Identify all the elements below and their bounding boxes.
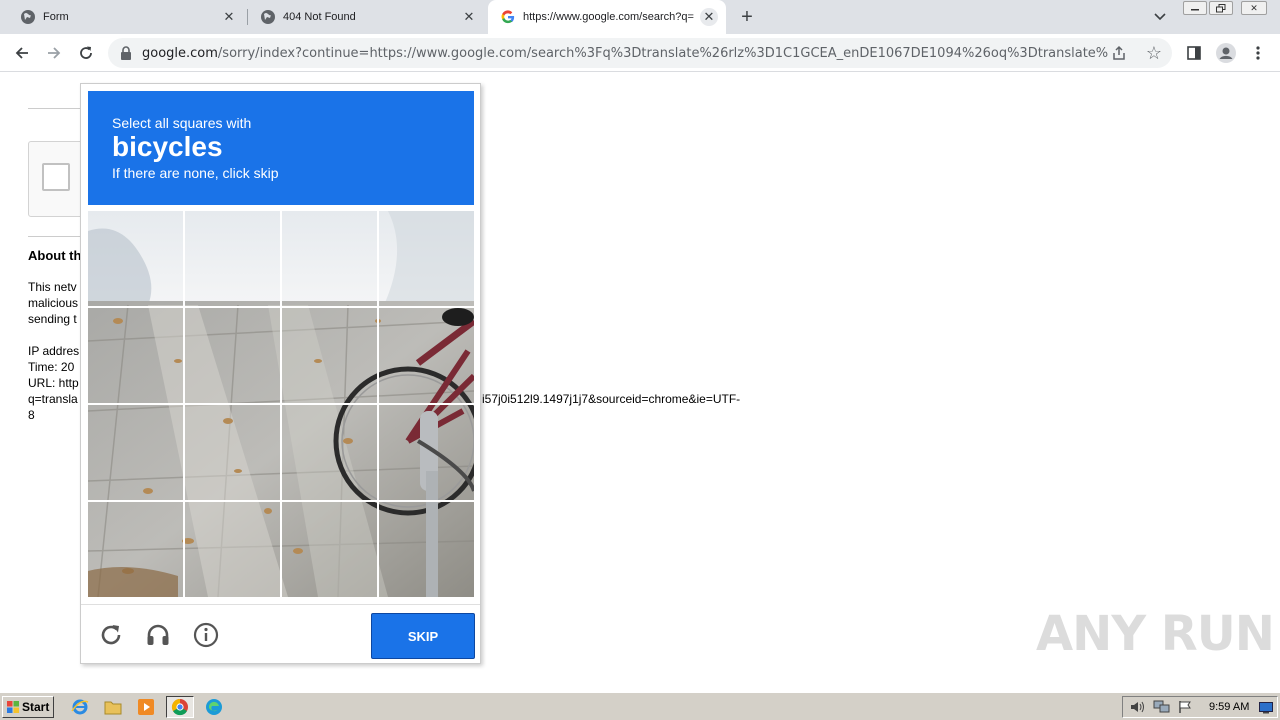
network-icon[interactable] [1153,700,1171,719]
system-tray: 9:59 AM [1122,696,1278,718]
about-heading: About th [28,248,82,263]
captcha-challenge-dialog: Select all squares with bicycles If ther… [80,83,481,664]
google-icon [500,9,516,25]
lock-icon[interactable] [118,45,134,61]
start-button[interactable]: Start [2,696,54,718]
new-tab-button[interactable]: + [736,6,758,28]
ip-line: IP addres [28,344,80,358]
skip-button[interactable]: SKIP [371,613,475,659]
internet-explorer-icon[interactable] [66,696,94,718]
window-close-icon[interactable]: ✕ [1241,1,1267,15]
url-line: URL: http [28,376,79,390]
paragraph-line: This netv [28,280,77,294]
anyrun-watermark: ANY RUN [1036,606,1275,662]
time-line: Time: 20 [28,360,75,374]
reload-challenge-icon[interactable] [97,621,125,649]
show-desktop-icon[interactable] [1259,701,1273,719]
media-player-icon[interactable] [132,696,160,718]
divider [28,108,88,109]
captcha-instruction: Select all squares with [112,115,252,131]
captcha-footer: SKIP [81,604,480,664]
volume-icon[interactable] [1129,700,1145,719]
tab-strip: Form ✕ 404 Not Found ✕ https://www.googl… [0,0,1280,34]
side-panel-icon[interactable] [1182,41,1206,65]
grid-line [88,500,474,502]
grid-line [88,403,474,405]
globe-icon [260,9,276,25]
captcha-hint: If there are none, click skip [112,165,279,181]
captcha-target: bicycles [112,131,223,162]
tab-form[interactable]: Form ✕ [0,0,246,34]
info-icon[interactable] [192,621,220,649]
bookmark-star-icon[interactable]: ☆ [1144,43,1164,63]
url-path: /sorry/index?continue=https://www.google… [217,46,1108,61]
close-tab-icon[interactable]: ✕ [460,8,478,26]
minimize-icon[interactable] [1183,1,1207,15]
windows-logo-icon [6,700,20,714]
grid-line [88,306,474,308]
tab-404[interactable]: 404 Not Found ✕ [240,0,486,34]
recaptcha-checkbox[interactable] [42,163,70,191]
browser-toolbar: google.com/sorry/index?continue=https://… [0,34,1280,72]
action-center-flag-icon[interactable] [1177,700,1193,719]
edge-icon[interactable] [200,696,228,718]
share-icon[interactable] [1111,45,1127,61]
query-line-end: 8 [28,408,35,422]
tab-title: https://www.google.com/search?q= [523,11,694,23]
query-line: q=transla [28,392,78,406]
start-label: Start [22,700,50,714]
file-explorer-icon[interactable] [99,696,127,718]
paragraph-line: malicious [28,296,79,310]
headphones-audio-icon[interactable] [144,621,172,649]
query-line-tail: i57j0i512l9.1497j1j7&sourceid=chrome&ie=… [482,392,741,406]
close-tab-icon[interactable]: ✕ [700,8,718,26]
tab-title: Form [43,11,69,23]
captcha-header: Select all squares with bicycles If ther… [88,91,474,205]
tab-search-chevron-icon[interactable] [1150,8,1170,26]
recaptcha-checkbox-box [28,141,88,217]
menu-kebab-icon[interactable] [1246,41,1270,65]
back-arrow-icon[interactable] [10,41,34,65]
url-text[interactable]: google.com/sorry/index?continue=https://… [142,46,1108,61]
clock[interactable]: 9:59 AM [1209,701,1249,713]
url-host: google.com [142,46,218,61]
reload-icon[interactable] [74,41,98,65]
address-bar[interactable]: google.com/sorry/index?continue=https://… [108,38,1172,68]
chrome-icon[interactable] [166,696,194,718]
page-content: About th This netv malicious sending t I… [0,72,1280,692]
paragraph-line: sending t [28,312,77,326]
restore-icon[interactable] [1209,1,1233,15]
tab-google-search[interactable]: https://www.google.com/search?q= ✕ [488,0,726,34]
tab-title: 404 Not Found [283,11,356,23]
captcha-image-grid[interactable] [88,211,474,597]
divider [28,236,88,237]
globe-icon [20,9,36,25]
close-tab-icon[interactable]: ✕ [220,8,238,26]
profile-avatar-icon[interactable] [1214,41,1238,65]
taskbar: Start 9:59 AM [0,692,1280,720]
forward-arrow-icon[interactable] [42,41,66,65]
